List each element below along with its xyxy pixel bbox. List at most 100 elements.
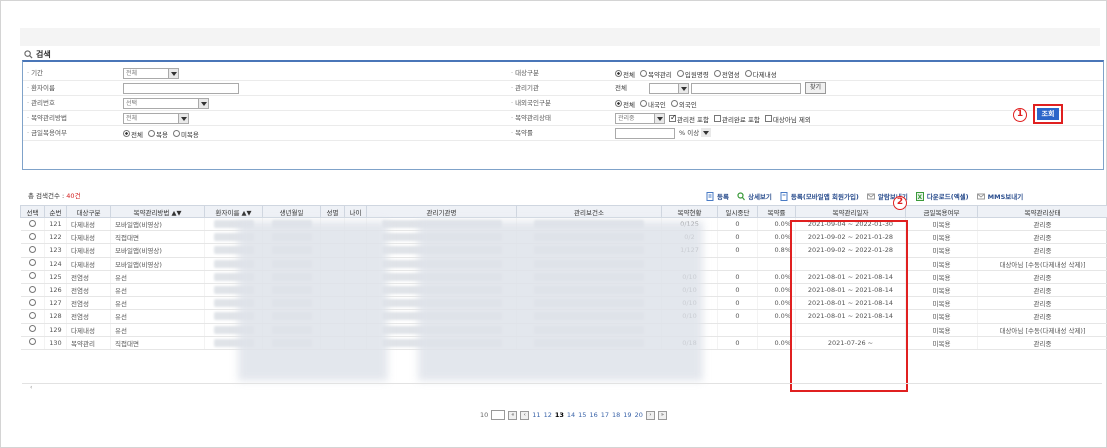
- agency-select[interactable]: [649, 83, 689, 94]
- cell-no: 125: [44, 270, 67, 284]
- cell-state: 관리중: [977, 270, 1107, 284]
- period-select[interactable]: 전체: [123, 68, 179, 79]
- row-radio[interactable]: [28, 232, 36, 240]
- rate-input[interactable]: [615, 128, 675, 139]
- page-link[interactable]: 20: [635, 411, 643, 419]
- row-radio[interactable]: [28, 245, 36, 253]
- row-radio[interactable]: [28, 285, 36, 293]
- target-option-med[interactable]: 복약관리: [639, 69, 672, 79]
- takes-option-no[interactable]: 미복용: [172, 129, 199, 139]
- register-button[interactable]: 등록: [706, 191, 729, 201]
- cell-state: 대상아님 [수동(다제내성 삭제)]: [977, 257, 1107, 271]
- page-size-value: 10: [480, 411, 489, 419]
- cell-select[interactable]: [20, 217, 45, 232]
- cell-select[interactable]: [20, 257, 45, 271]
- cell-select[interactable]: [20, 243, 45, 258]
- rate-select[interactable]: [699, 128, 711, 139]
- cell-select[interactable]: [20, 323, 45, 337]
- page-size-select[interactable]: [491, 410, 506, 420]
- detail-button[interactable]: 상세보기: [737, 191, 772, 201]
- col-patient[interactable]: 환자이름 ▲▼: [204, 205, 263, 218]
- status-select[interactable]: 관리중: [615, 113, 665, 124]
- query-button[interactable]: 조회: [1037, 108, 1059, 120]
- scroll-left-icon[interactable]: ‹: [30, 384, 32, 391]
- blurred-personal-info: [238, 221, 388, 381]
- cell-state: 관리중: [977, 309, 1107, 324]
- cell-method: 유선: [110, 296, 205, 311]
- cell-select[interactable]: [20, 336, 45, 350]
- cell-today: 미복용: [905, 336, 978, 350]
- row-radio[interactable]: [28, 272, 36, 280]
- target-option-mdr[interactable]: 다제내성: [744, 69, 777, 79]
- nationality-option-foreign[interactable]: 외국인: [670, 99, 697, 109]
- row-radio[interactable]: [28, 298, 36, 306]
- cell-select[interactable]: [20, 283, 45, 298]
- cell-method: 유선: [110, 309, 205, 324]
- col-period: 복약관리일자: [795, 205, 906, 218]
- cell-select[interactable]: [20, 230, 45, 245]
- col-method[interactable]: 복약관리방법 ▲▼: [110, 205, 205, 218]
- cell-no: 128: [44, 309, 67, 324]
- download-button[interactable]: X 다운로드(엑셀): [915, 191, 969, 201]
- col-no: 순번: [44, 205, 67, 218]
- page-link[interactable]: 17: [601, 411, 609, 419]
- cell-select[interactable]: [20, 296, 45, 311]
- check-exclude-nontarget[interactable]: 대상아님 제외: [764, 114, 811, 124]
- cell-state: 관리중: [977, 336, 1107, 350]
- patient-name-input[interactable]: [123, 83, 239, 94]
- period-column-highlight: [790, 220, 908, 392]
- search-legend-label: 검색: [36, 49, 51, 59]
- prev-page-icon[interactable]: ‹: [520, 410, 530, 420]
- check-include-before[interactable]: 관리전 포함: [669, 113, 709, 124]
- takes-option-yes[interactable]: 복용: [147, 129, 168, 139]
- chevron-down-icon: [701, 128, 711, 137]
- chevron-down-icon: [178, 114, 188, 123]
- magnifier-icon: [737, 191, 745, 200]
- chevron-down-icon: [168, 69, 178, 78]
- target-option-infectious[interactable]: 전염성: [713, 69, 740, 79]
- register-app-button[interactable]: 등록(모바일앱 회원가입): [780, 191, 859, 201]
- col-rate: 복약률: [757, 205, 796, 218]
- row-radio[interactable]: [28, 325, 36, 333]
- cell-today: 미복용: [905, 270, 978, 284]
- target-option-inpatient[interactable]: 입원명령: [676, 69, 709, 79]
- result-count-prefix: 총 검색건수 :: [28, 192, 67, 200]
- row-radio[interactable]: [28, 338, 36, 346]
- nationality-radio-group: 전체 내국인 외국인: [615, 98, 697, 109]
- cell-pause: 0: [717, 296, 758, 311]
- nationality-label: 내외국인구분: [511, 96, 551, 111]
- method-select[interactable]: 전체: [123, 113, 189, 124]
- cell-today: 미복용: [905, 257, 978, 271]
- nationality-option-all[interactable]: 전체: [615, 99, 635, 109]
- page-link[interactable]: 18: [612, 411, 620, 419]
- search-row-period: 기간 전체 대상구분 전체 복약관리 입원명령 전염성 다제내성: [23, 66, 1103, 81]
- row-radio[interactable]: [28, 259, 36, 267]
- horizontal-scrollbar[interactable]: ‹: [22, 383, 1102, 391]
- row-radio[interactable]: [28, 219, 36, 227]
- nationality-option-domestic[interactable]: 내국인: [639, 99, 666, 109]
- col-state: 복약관리상태: [977, 205, 1107, 218]
- page-link[interactable]: 11: [532, 411, 540, 419]
- check-include-done[interactable]: 관리완료 포함: [713, 114, 760, 124]
- col-select: 선택: [20, 205, 45, 218]
- target-option-all[interactable]: 전체: [615, 69, 635, 79]
- page-link[interactable]: 13: [555, 411, 564, 419]
- mgmt-no-select[interactable]: 선택: [123, 98, 209, 109]
- last-page-icon[interactable]: »: [657, 410, 667, 420]
- page-link[interactable]: 14: [567, 411, 575, 419]
- first-page-icon[interactable]: «: [508, 410, 518, 420]
- page-link[interactable]: 19: [623, 411, 631, 419]
- cell-select[interactable]: [20, 270, 45, 284]
- page-link[interactable]: 16: [589, 411, 597, 419]
- cell-type: 전염성: [66, 309, 111, 324]
- find-button[interactable]: 찾기: [805, 82, 827, 94]
- agency-input[interactable]: [691, 83, 801, 94]
- page-link[interactable]: 12: [544, 411, 552, 419]
- cell-select[interactable]: [20, 309, 45, 324]
- takes-option-all[interactable]: 전체: [123, 129, 143, 139]
- mms-button[interactable]: MMS보내기: [976, 191, 1023, 201]
- page-link[interactable]: 15: [578, 411, 586, 419]
- cell-today: 미복용: [905, 283, 978, 298]
- next-page-icon[interactable]: ›: [645, 410, 655, 420]
- row-radio[interactable]: [28, 311, 36, 319]
